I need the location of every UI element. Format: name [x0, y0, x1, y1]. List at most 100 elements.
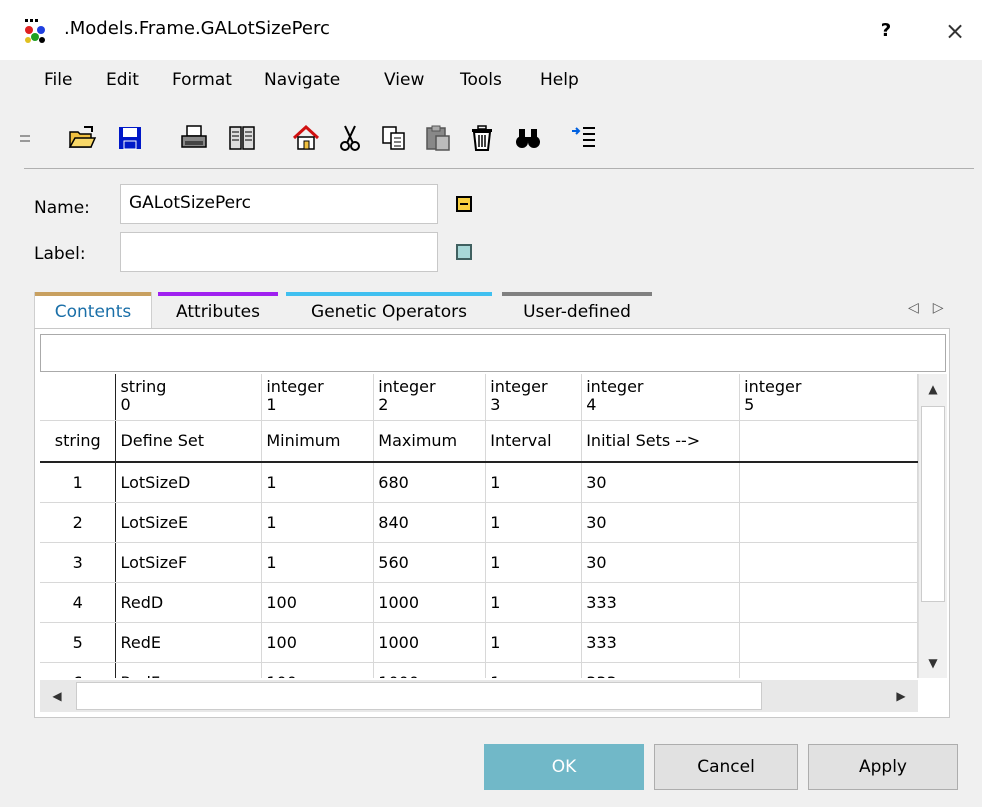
menu-tools[interactable]: Tools	[460, 70, 502, 90]
table-cell[interactable]: 1	[261, 542, 375, 583]
column-type-header[interactable]: integer 2	[373, 374, 487, 421]
apply-button[interactable]: Apply	[808, 744, 958, 790]
save-icon[interactable]	[112, 118, 148, 158]
table-cell[interactable]: 1	[261, 462, 375, 503]
scroll-down-icon[interactable]: ▼	[919, 648, 947, 678]
table-cell[interactable]: 333	[581, 622, 741, 663]
table-cell[interactable]: RedD	[115, 582, 263, 623]
close-button[interactable]: ×	[935, 14, 975, 48]
table-cell[interactable]: RedE	[115, 622, 263, 663]
delete-icon[interactable]	[464, 118, 500, 158]
scroll-left-icon[interactable]: ◀	[40, 680, 74, 712]
header-cell[interactable]: Define Set	[115, 420, 263, 463]
paste-icon[interactable]	[420, 118, 456, 158]
table-row: 3 LotSizeF 1 560 1 30	[40, 542, 918, 583]
menu-file[interactable]: File	[44, 70, 72, 90]
column-type-header[interactable]: integer 1	[261, 374, 375, 421]
cut-icon[interactable]	[332, 118, 368, 158]
tab-user-defined[interactable]: User-defined	[502, 292, 652, 330]
table-cell[interactable]: LotSizeD	[115, 462, 263, 503]
table-cell[interactable]: 30	[581, 542, 741, 583]
cell-edit-field[interactable]	[40, 334, 946, 372]
table-cell[interactable]: 1	[485, 542, 583, 583]
table-cell[interactable]	[739, 622, 918, 663]
table-cell[interactable]: LotSizeF	[115, 542, 263, 583]
row-type-header: string	[40, 420, 116, 463]
cancel-button[interactable]: Cancel	[654, 744, 798, 790]
table-cell[interactable]: 1	[485, 502, 583, 543]
row-number[interactable]: 2	[40, 502, 116, 543]
row-number[interactable]: 3	[40, 542, 116, 583]
table-cell[interactable]	[739, 462, 918, 503]
home-icon[interactable]	[288, 118, 324, 158]
tab-scroll-arrows[interactable]: ◁▷	[908, 300, 958, 316]
table-cell[interactable]: 1	[261, 502, 375, 543]
table-cell[interactable]: 333	[581, 582, 741, 623]
menu-edit[interactable]: Edit	[106, 70, 139, 90]
table-cell[interactable]: 1000	[373, 582, 487, 623]
row-number[interactable]: 4	[40, 582, 116, 623]
grip-icon	[16, 118, 36, 158]
label-field[interactable]	[120, 232, 438, 272]
print-preview-icon[interactable]	[224, 118, 260, 158]
table-cell[interactable]: 840	[373, 502, 487, 543]
header-cell[interactable]: Maximum	[373, 420, 487, 463]
row-number[interactable]: 6	[40, 662, 116, 678]
table-row: 4 RedD 100 1000 1 333	[40, 582, 918, 623]
table-cell[interactable]: 560	[373, 542, 487, 583]
table-cell[interactable]: 1000	[373, 662, 487, 678]
name-field[interactable]: GALotSizePerc	[120, 184, 438, 224]
table-cell[interactable]: 1	[485, 622, 583, 663]
print-icon[interactable]	[176, 118, 212, 158]
table-cell[interactable]: 680	[373, 462, 487, 503]
table-cell[interactable]: 1	[485, 582, 583, 623]
table-cell[interactable]: 333	[581, 662, 741, 678]
column-type-header[interactable]: integer 3	[485, 374, 583, 421]
column-type-header[interactable]: string 0	[115, 374, 263, 421]
vertical-scrollbar[interactable]: ▲ ▼	[918, 374, 947, 678]
data-grid[interactable]: string 0 integer 1 integer 2 integer 3 integ…	[40, 374, 918, 678]
tab-genetic-operators[interactable]: Genetic Operators	[286, 292, 492, 330]
table-cell[interactable]: RedF	[115, 662, 263, 678]
find-icon[interactable]	[510, 118, 546, 158]
ok-button[interactable]: OK	[484, 744, 644, 790]
name-inherit-icon[interactable]	[456, 196, 472, 212]
indent-icon[interactable]	[566, 118, 602, 158]
table-cell[interactable]: LotSizeE	[115, 502, 263, 543]
table-cell[interactable]: 100	[261, 582, 375, 623]
header-cell[interactable]: Initial Sets -->	[581, 420, 741, 463]
table-cell[interactable]: 30	[581, 502, 741, 543]
row-number[interactable]: 5	[40, 622, 116, 663]
header-cell[interactable]	[739, 420, 918, 463]
column-type-header[interactable]: integer 5	[739, 374, 918, 421]
menu-navigate[interactable]: Navigate	[264, 70, 340, 90]
table-cell[interactable]: 100	[261, 622, 375, 663]
tab-contents[interactable]: Contents	[34, 292, 152, 330]
menu-help[interactable]: Help	[540, 70, 579, 90]
vertical-scroll-thumb[interactable]	[921, 406, 945, 602]
horizontal-scrollbar[interactable]: ◀ ▶	[40, 680, 918, 712]
table-cell[interactable]	[739, 582, 918, 623]
column-type-header[interactable]: integer 4	[581, 374, 741, 421]
table-cell[interactable]	[739, 542, 918, 583]
menu-format[interactable]: Format	[172, 70, 232, 90]
horizontal-scroll-thumb[interactable]	[76, 682, 762, 710]
table-cell[interactable]: 1	[485, 462, 583, 503]
tab-attributes[interactable]: Attributes	[158, 292, 278, 330]
copy-icon[interactable]	[376, 118, 412, 158]
row-number[interactable]: 1	[40, 462, 116, 503]
table-cell[interactable]: 30	[581, 462, 741, 503]
scroll-right-icon[interactable]: ▶	[884, 680, 918, 712]
table-cell[interactable]	[739, 502, 918, 543]
table-cell[interactable]: 1	[485, 662, 583, 678]
table-cell[interactable]	[739, 662, 918, 678]
help-button[interactable]: ?	[866, 16, 906, 46]
table-cell[interactable]: 100	[261, 662, 375, 678]
scroll-up-icon[interactable]: ▲	[919, 374, 947, 404]
open-folder-icon[interactable]	[64, 118, 100, 158]
label-inherit-icon[interactable]	[456, 244, 472, 260]
header-cell[interactable]: Interval	[485, 420, 583, 463]
menu-view[interactable]: View	[384, 70, 424, 90]
header-cell[interactable]: Minimum	[261, 420, 375, 463]
table-cell[interactable]: 1000	[373, 622, 487, 663]
